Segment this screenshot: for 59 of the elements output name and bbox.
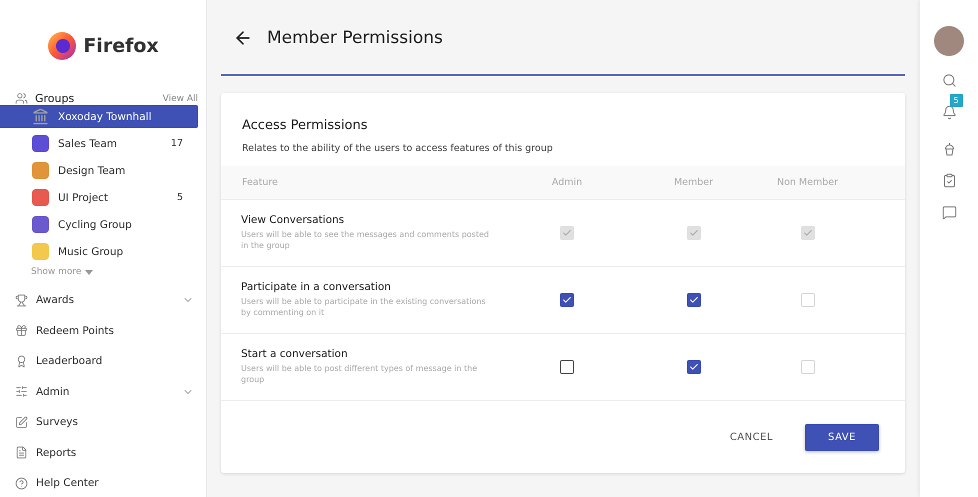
checkbox[interactable]	[686, 293, 700, 307]
card-title: Access Permissions	[242, 118, 369, 133]
cancel-button[interactable]: CANCEL	[724, 430, 779, 444]
caret-icon	[85, 270, 94, 274]
check-icon	[802, 228, 812, 238]
notification-badge: 5	[950, 94, 962, 107]
nav-item[interactable]: Leaderboard	[0, 346, 206, 376]
feature-name: Participate in a conversation	[241, 281, 392, 294]
check-icon	[688, 362, 698, 372]
checkbox[interactable]	[560, 293, 574, 307]
groups-heading: Groups	[35, 92, 76, 105]
groups-icon	[15, 92, 28, 105]
nav-item[interactable]: Reports	[0, 438, 206, 468]
checkbox[interactable]	[560, 360, 574, 374]
podium-icon	[15, 354, 28, 368]
check-icon	[688, 228, 698, 238]
clipboard-icon[interactable]	[942, 173, 956, 188]
check-icon	[562, 295, 572, 305]
check-icon	[562, 228, 572, 238]
group-item[interactable]: Sales Team 17	[0, 132, 198, 155]
nav-item[interactable]: Admin	[0, 376, 206, 407]
help-icon	[15, 476, 28, 490]
view-all-link[interactable]: View All	[162, 94, 198, 104]
nav-item[interactable]: Surveys	[0, 407, 206, 438]
search-icon[interactable]	[942, 73, 956, 88]
nav-item[interactable]: Awards	[0, 285, 206, 316]
column-header: Non Member	[776, 177, 838, 188]
bell-icon[interactable]	[942, 105, 956, 120]
sliders-icon	[15, 385, 28, 398]
save-button[interactable]: SAVE	[805, 424, 879, 450]
group-item[interactable]: Design Team	[0, 159, 198, 182]
column-header: Feature	[241, 177, 278, 188]
column-header: Member	[674, 177, 714, 188]
check-icon	[688, 295, 698, 305]
checkbox[interactable]	[686, 360, 700, 374]
group-item[interactable]: Xoxoday Townhall	[0, 105, 198, 128]
gift-icon	[15, 324, 28, 338]
feature-name: View Conversations	[241, 214, 346, 226]
nav-item[interactable]: Redeem Points	[0, 316, 206, 346]
chat-icon[interactable]	[942, 205, 956, 220]
edit-icon	[15, 416, 28, 429]
group-count: 17	[170, 138, 183, 149]
feature-description: Users will be able to participate in the existing conversations by commenting on it	[241, 297, 487, 319]
nav-item[interactable]: Help Center	[0, 468, 206, 497]
group-item[interactable]: Music Group	[0, 240, 198, 263]
trophy-icon	[15, 294, 28, 307]
brand-name: Firefox	[83, 35, 159, 57]
card-subtitle: Relates to the ability of the users to access features of this group	[242, 143, 554, 154]
avatar[interactable]	[934, 26, 964, 56]
group-item[interactable]: UI Project 5	[0, 186, 198, 209]
group-item[interactable]: Cycling Group	[0, 213, 198, 236]
document-icon	[15, 446, 28, 460]
feature-description: Users will be able to see the messages and comments posted in the group	[241, 230, 490, 252]
feature-name: Start a conversation	[241, 348, 349, 360]
group-count: 5	[176, 192, 183, 203]
logo-icon	[47, 31, 78, 61]
feature-description: Users will be able to post different types of message in the group	[241, 364, 478, 386]
page-title: Member Permissions	[267, 28, 443, 48]
column-header: Admin	[552, 177, 582, 188]
